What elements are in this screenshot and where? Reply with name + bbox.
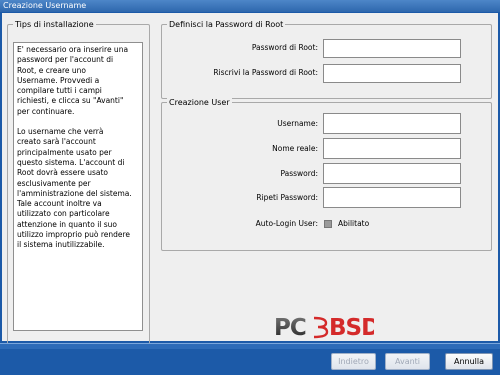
logo-text-pc: PC bbox=[274, 315, 306, 340]
user-password-label: Password: bbox=[280, 169, 318, 178]
tips-legend: Tips di installazione bbox=[13, 19, 96, 30]
root-password-confirm-field[interactable] bbox=[323, 64, 461, 83]
next-button[interactable]: Avanti bbox=[385, 353, 430, 370]
bottom-separator bbox=[0, 343, 500, 349]
realname-label: Nome reale: bbox=[272, 144, 318, 153]
cancel-button[interactable]: Annulla bbox=[445, 353, 493, 370]
root-password-group: Definisci la Password di Root bbox=[161, 19, 492, 99]
user-password-field[interactable] bbox=[323, 163, 461, 184]
username-field[interactable] bbox=[323, 113, 461, 134]
user-creation-legend: Creazione User bbox=[167, 97, 232, 108]
repeat-password-field[interactable] bbox=[323, 187, 461, 208]
autologin-checkbox[interactable] bbox=[324, 220, 332, 228]
autologin-option-label: Abilitato bbox=[338, 219, 370, 228]
dialog-client-area: Tips di installazione E' necessario ora … bbox=[2, 13, 498, 345]
window-title: Creazione Username bbox=[0, 0, 500, 12]
pcbsd-logo: PC BSD bbox=[274, 315, 374, 340]
back-button[interactable]: Indietro bbox=[331, 353, 376, 370]
root-password-legend: Definisci la Password di Root bbox=[167, 19, 286, 30]
realname-field[interactable] bbox=[323, 138, 461, 159]
tips-text-area[interactable]: E' necessario ora inserire una password … bbox=[13, 42, 143, 331]
root-password-label: Password di Root: bbox=[251, 43, 318, 52]
tips-paragraph-2: Lo username che verrà creato sarà l'acco… bbox=[17, 127, 132, 250]
logo-swoosh bbox=[313, 316, 329, 339]
root-password-field[interactable] bbox=[323, 39, 461, 58]
tips-paragraph-1: E' necessario ora inserire una password … bbox=[17, 45, 129, 116]
username-label: Username: bbox=[277, 119, 318, 128]
repeat-password-label: Ripeti Password: bbox=[256, 193, 318, 202]
logo-text-bsd: BSD bbox=[329, 315, 374, 340]
root-password-confirm-label: Riscrivi la Password di Root: bbox=[213, 68, 318, 77]
autologin-label: Auto-Login User: bbox=[255, 219, 318, 228]
